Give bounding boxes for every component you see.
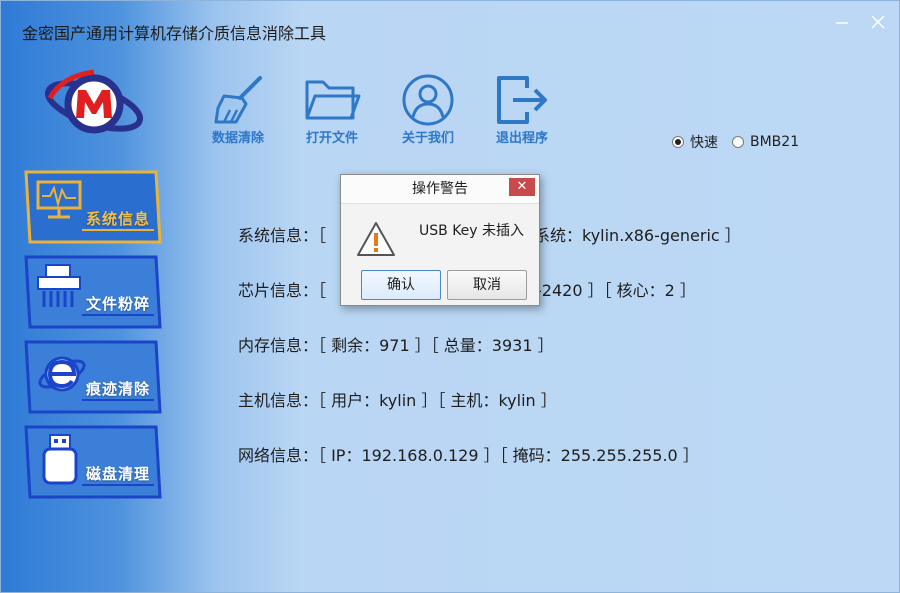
memory-info-line: 内存信息：［ 剩余：971 ］［ 总量：3931 ］ (238, 336, 554, 355)
toolbar-open-file-button[interactable]: 打开文件 (292, 74, 372, 146)
info-text: 芯片信息：［ (238, 281, 327, 300)
radio-label: 快速 (690, 135, 718, 151)
sidebar-item-disk-cleanup[interactable]: 磁盘清理 (22, 425, 162, 499)
shredder-icon (37, 264, 81, 307)
mode-radio-fast[interactable]: 快速 (672, 132, 718, 152)
toolbar-about-button[interactable]: 关于我们 (388, 74, 468, 146)
toolbar-data-clear-button[interactable]: 数据清除 (198, 74, 278, 146)
radio-dot (732, 136, 744, 148)
info-text: -2420 ］［ 核心：2 ］ (536, 281, 696, 300)
sidebar-item-trace-clear[interactable]: 痕迹清除 (22, 340, 162, 414)
cancel-button[interactable]: 取消 (447, 270, 527, 300)
toolbar-label: 数据清除 (211, 131, 264, 146)
sidebar-label: 文件粉碎 (86, 295, 151, 313)
warning-dialog: 操作警告 ✕ USB Key 未插入 确认 取消 (340, 174, 540, 306)
sidebar-label: 系统信息 (86, 210, 151, 228)
close-icon (871, 15, 885, 29)
toolbar-label: 退出程序 (495, 131, 548, 146)
warning-icon (357, 222, 395, 256)
window-title: 金密国产通用计算机存储介质信息消除工具 (22, 24, 327, 43)
browser-e-icon (38, 356, 86, 392)
exit-icon (497, 76, 547, 124)
radio-label: BMB21 (750, 134, 800, 150)
dialog-body: USB Key 未插入 确认 取消 (341, 204, 539, 305)
chip-info-line: 芯片信息：［ -2420 ］［ 核心：2 ］ (238, 277, 696, 301)
sidebar-item-system-info[interactable]: 系统信息 (22, 170, 162, 244)
app-logo (45, 69, 143, 134)
folder-icon (305, 80, 361, 120)
sidebar-label: 痕迹清除 (86, 380, 151, 398)
radio-dot (672, 136, 684, 148)
sidebar-label: 磁盘清理 (86, 465, 151, 483)
system-info-line: 系统信息：［ 系统：kylin.x86-generic ］ (238, 222, 741, 246)
user-icon (402, 74, 454, 126)
confirm-button[interactable]: 确认 (361, 270, 441, 300)
mode-radio-group: 快速 BMB21 (672, 132, 813, 152)
minimize-icon (836, 22, 848, 24)
dialog-close-button[interactable]: ✕ (509, 178, 535, 196)
sidebar-item-file-shred[interactable]: 文件粉碎 (22, 255, 162, 329)
toolbar-exit-button[interactable]: 退出程序 (482, 74, 562, 146)
broom-icon (214, 76, 262, 124)
usb-disk-icon (42, 434, 78, 485)
host-info-line: 主机信息：［ 用户：kylin ］［ 主机：kylin ］ (238, 391, 557, 410)
dialog-message: USB Key 未插入 (419, 223, 525, 239)
minimize-button[interactable] (832, 12, 852, 32)
mode-radio-bmb21[interactable]: BMB21 (732, 134, 799, 150)
app-window: 金密国产通用计算机存储介质信息消除工具 数据清除 打开文件 关于我们 退出程序 … (0, 0, 900, 593)
info-text: 系统：kylin.x86-generic ］ (534, 226, 741, 245)
network-info-line: 网络信息：［ IP：192.168.0.129 ］［ 掩码：255.255.25… (238, 446, 699, 465)
close-window-button[interactable] (868, 12, 888, 32)
toolbar-label: 关于我们 (401, 131, 454, 146)
monitor-icon (36, 180, 82, 219)
toolbar-label: 打开文件 (305, 131, 358, 146)
info-text: 系统信息：［ (238, 226, 327, 245)
